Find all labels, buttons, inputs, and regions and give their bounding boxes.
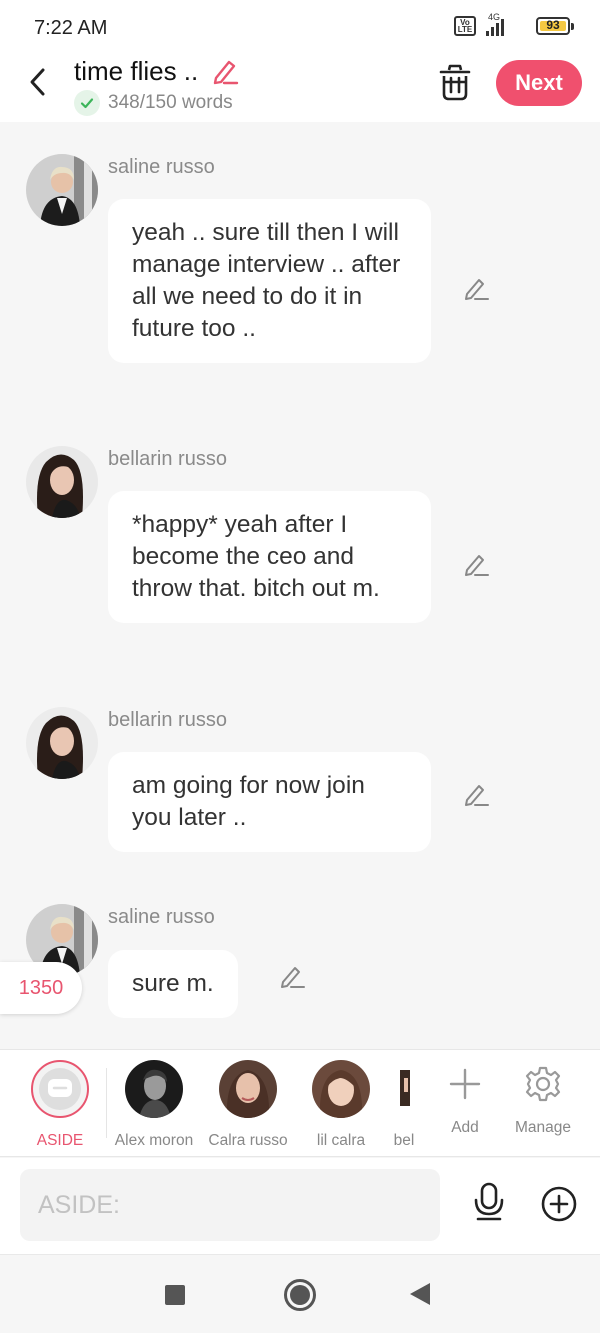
pencil-icon [465,555,489,576]
status-icons: Vo LTE 4G 93 [454,12,574,36]
message-author: bellarin russo [108,709,227,731]
edit-title-button[interactable] [210,56,240,86]
chapter-header: time flies .. 348/150 words Next [0,56,600,122]
character-aside[interactable]: ASIDE [30,1060,90,1150]
character-label: ASIDE [36,1132,84,1149]
manage-characters-button[interactable]: Manage [508,1064,578,1137]
edit-message-button[interactable] [462,550,490,578]
divider [106,1068,107,1138]
aside-avatar [31,1060,89,1118]
message-author: bellarin russo [108,448,227,470]
avatar [219,1060,277,1118]
pencil-icon [213,60,239,85]
battery-icon: 93 [536,17,574,35]
back-button[interactable] [20,64,56,100]
trash-icon [439,64,471,101]
character-label: Alex moron [114,1132,194,1149]
pencil-icon [281,967,305,988]
plus-icon [449,1068,481,1100]
network-type: 4G [488,12,501,22]
attach-button[interactable] [540,1185,578,1223]
gear-icon [525,1066,561,1102]
count-badge[interactable]: 1350 [0,962,82,1014]
character-calra-russo[interactable]: Calra russo [206,1060,290,1150]
avatar [390,1060,418,1118]
chevron-left-icon [30,68,45,96]
composer [0,1158,600,1254]
voice-input-button[interactable] [470,1182,508,1222]
delete-button[interactable] [438,64,472,102]
avatar[interactable] [26,154,98,226]
message-bubble[interactable]: *happy* yeah after I become the ceo and … [108,491,431,623]
add-label: Add [451,1119,479,1136]
pencil-icon [465,279,489,300]
message-bubble[interactable]: am going for now join you later .. [108,752,431,852]
avatar[interactable] [26,707,98,779]
edit-message-button[interactable] [462,274,490,302]
edit-message-button[interactable] [462,780,490,808]
avatar[interactable] [26,446,98,518]
microphone-icon [474,1182,504,1221]
edit-message-button[interactable] [278,962,306,990]
message-author: saline russo [108,906,215,928]
chat-bubble-icon [48,1079,72,1097]
back-triangle-icon[interactable] [410,1283,430,1305]
pencil-icon [465,785,489,806]
home-icon[interactable] [284,1279,316,1311]
add-character-button[interactable]: Add [440,1064,490,1137]
character-alex-moron[interactable]: Alex moron [114,1060,194,1150]
message-author: saline russo [108,156,215,178]
next-button[interactable]: Next [496,60,582,106]
character-bel[interactable]: bel [390,1060,418,1150]
avatar [312,1060,370,1118]
manage-label: Manage [514,1119,571,1136]
system-nav-bar [0,1254,600,1333]
character-label: Calra russo [208,1132,288,1149]
recents-icon[interactable] [165,1285,185,1305]
volte-icon: Vo LTE [454,16,476,36]
character-lil-calra[interactable]: lil calra [306,1060,376,1150]
battery-level: 93 [546,18,560,32]
status-bar: 7:22 AM Vo LTE 4G 93 [0,0,600,56]
message-bubble[interactable]: sure m. [108,950,238,1018]
message-bubble[interactable]: yeah .. sure till then I will manage int… [108,199,431,363]
chapter-title: time flies .. [74,56,199,86]
plus-circle-icon [541,1186,577,1222]
character-label: lil calra [316,1132,366,1149]
word-count: 348/150 words [74,90,233,116]
status-time: 7:22 AM [34,17,108,39]
check-icon [74,90,100,116]
signal-icon: 4G [486,12,526,36]
word-count-text: 348/150 words [108,92,233,113]
avatar [125,1060,183,1118]
character-label: bel [393,1132,415,1149]
message-input[interactable] [20,1169,440,1241]
character-bar: ASIDE Alex moron Calra russo lil calra b… [0,1049,600,1157]
